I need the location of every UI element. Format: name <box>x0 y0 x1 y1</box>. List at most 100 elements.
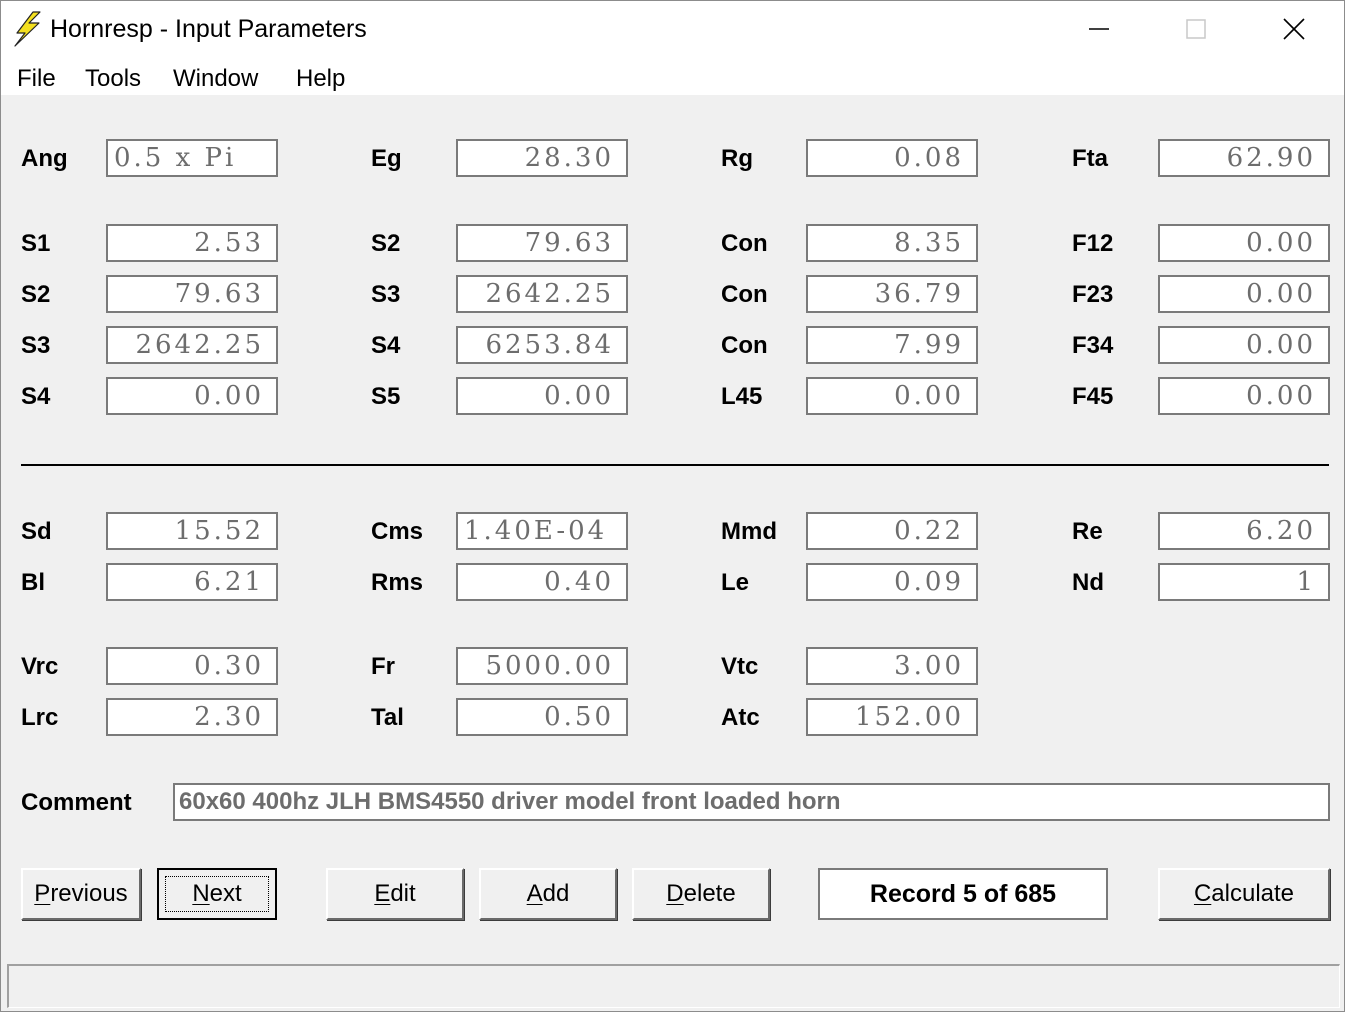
label-con-1: Con <box>721 230 768 257</box>
delete-button[interactable]: Delete <box>632 868 770 920</box>
label-mmd: Mmd <box>721 518 777 545</box>
field-s5[interactable]: 0.00 <box>456 377 628 415</box>
field-l45[interactable]: 0.00 <box>806 377 978 415</box>
field-mmd[interactable]: 0.22 <box>806 512 978 550</box>
field-fta[interactable]: 62.90 <box>1158 139 1330 177</box>
label-s2: S2 <box>371 230 401 257</box>
label-rg: Rg <box>721 145 753 172</box>
next-button-mnemonic: N <box>192 880 210 907</box>
section-divider <box>21 464 1329 466</box>
field-s4[interactable]: 0.00 <box>106 377 278 415</box>
field-lrc[interactable]: 2.30 <box>106 698 278 736</box>
field-con-3[interactable]: 7.99 <box>806 326 978 364</box>
field-nd[interactable]: 1 <box>1158 563 1330 601</box>
field-f45[interactable]: 0.00 <box>1158 377 1330 415</box>
field-f12[interactable]: 0.00 <box>1158 224 1330 262</box>
menu-tools[interactable]: Tools <box>85 65 141 93</box>
menu-help[interactable]: Help <box>296 65 345 93</box>
label-con-2: Con <box>721 281 768 308</box>
add-button-mnemonic: A <box>526 880 543 907</box>
calculate-button[interactable]: Calculate <box>1158 868 1330 920</box>
edit-button-label: dit <box>390 880 416 907</box>
label-fta: Fta <box>1072 145 1108 172</box>
label-f23: F23 <box>1072 281 1114 308</box>
field-le[interactable]: 0.09 <box>806 563 978 601</box>
field-bl[interactable]: 6.21 <box>106 563 278 601</box>
record-counter: Record 5 of 685 <box>818 868 1108 920</box>
label-s1: S1 <box>21 230 51 257</box>
maximize-icon <box>1186 19 1206 39</box>
label-eg: Eg <box>371 145 402 172</box>
label-f45: F45 <box>1072 383 1114 410</box>
field-ang[interactable]: 0.5 x Pi <box>106 139 278 177</box>
field-rms[interactable]: 0.40 <box>456 563 628 601</box>
field-s3[interactable]: 2642.25 <box>106 326 278 364</box>
label-s4: S4 <box>21 383 51 410</box>
label-s2: S2 <box>21 281 51 308</box>
label-l45: L45 <box>721 383 763 410</box>
label-con-3: Con <box>721 332 768 359</box>
field-rg[interactable]: 0.08 <box>806 139 978 177</box>
title-bar[interactable]: Hornresp - Input Parameters <box>1 1 1344 57</box>
edit-button[interactable]: Edit <box>326 868 464 920</box>
label-le: Le <box>721 569 750 596</box>
next-button[interactable]: Next <box>157 868 277 920</box>
close-button[interactable] <box>1246 1 1342 57</box>
field-vtc[interactable]: 3.00 <box>806 647 978 685</box>
field-s2[interactable]: 79.63 <box>456 224 628 262</box>
field-tal[interactable]: 0.50 <box>456 698 628 736</box>
comment-field[interactable]: 60x60 400hz JLH BMS4550 driver model fro… <box>173 783 1330 821</box>
field-f34[interactable]: 0.00 <box>1158 326 1330 364</box>
field-s1[interactable]: 2.53 <box>106 224 278 262</box>
field-con-1[interactable]: 8.35 <box>806 224 978 262</box>
next-button-label: ext <box>209 880 242 907</box>
field-s4[interactable]: 6253.84 <box>456 326 628 364</box>
menu-bar: File Tools Window Help <box>1 57 1344 95</box>
calculate-button-mnemonic: C <box>1193 880 1212 907</box>
label-ang: Ang <box>21 145 68 172</box>
field-eg[interactable]: 28.30 <box>456 139 628 177</box>
label-s3: S3 <box>21 332 51 359</box>
maximize-button[interactable] <box>1148 1 1244 57</box>
label-f34: F34 <box>1072 332 1114 359</box>
label-s3: S3 <box>371 281 401 308</box>
calculate-button-label: alculate <box>1211 880 1295 907</box>
label-comment: Comment <box>21 789 132 816</box>
field-atc[interactable]: 152.00 <box>806 698 978 736</box>
field-cms[interactable]: 1.40E-04 <box>456 512 628 550</box>
previous-button-mnemonic: P <box>34 880 51 907</box>
window-title: Hornresp - Input Parameters <box>50 15 367 43</box>
label-nd: Nd <box>1072 569 1104 596</box>
label-vrc: Vrc <box>21 653 59 680</box>
edit-button-mnemonic: E <box>374 880 391 907</box>
menu-window[interactable]: Window <box>173 65 258 93</box>
minimize-button[interactable] <box>1051 1 1147 57</box>
label-atc: Atc <box>721 704 760 731</box>
field-re[interactable]: 6.20 <box>1158 512 1330 550</box>
field-f23[interactable]: 0.00 <box>1158 275 1330 313</box>
field-vrc[interactable]: 0.30 <box>106 647 278 685</box>
previous-button-label: revious <box>50 880 128 907</box>
label-re: Re <box>1072 518 1103 545</box>
delete-button-label: elete <box>683 880 736 907</box>
label-rms: Rms <box>371 569 424 596</box>
label-tal: Tal <box>371 704 404 731</box>
previous-button[interactable]: Previous <box>21 868 141 920</box>
field-fr[interactable]: 5000.00 <box>456 647 628 685</box>
field-s3[interactable]: 2642.25 <box>456 275 628 313</box>
add-button[interactable]: Add <box>479 868 617 920</box>
label-vtc: Vtc <box>721 653 759 680</box>
lightning-bolt-icon <box>14 11 41 47</box>
close-icon <box>1283 18 1305 40</box>
field-s2[interactable]: 79.63 <box>106 275 278 313</box>
delete-button-mnemonic: D <box>666 880 684 907</box>
field-sd[interactable]: 15.52 <box>106 512 278 550</box>
status-bar <box>7 964 1340 1008</box>
menu-file[interactable]: File <box>17 65 56 93</box>
hornresp-window: Hornresp - Input Parameters File Tools W… <box>0 0 1345 1012</box>
label-fr: Fr <box>371 653 395 680</box>
label-s4: S4 <box>371 332 401 359</box>
label-lrc: Lrc <box>21 704 59 731</box>
field-con-2[interactable]: 36.79 <box>806 275 978 313</box>
label-s5: S5 <box>371 383 401 410</box>
